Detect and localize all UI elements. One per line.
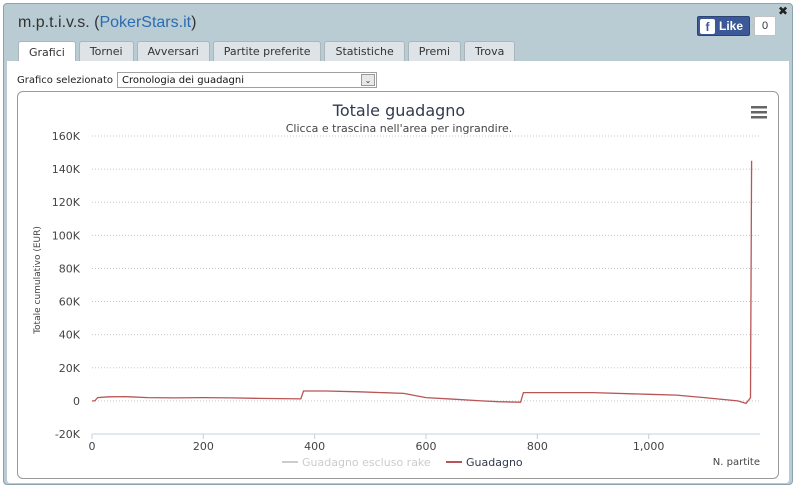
y-tick-label: 20K <box>59 362 81 375</box>
earnings-chart[interactable]: -20K 0 20K 40K 60K 80K 100K 120K 140K 160K 0 200 400… <box>18 92 778 478</box>
title-user: m.p.t.i.v.s. ( <box>18 14 100 31</box>
y-tick-label: 80K <box>59 262 81 275</box>
chart-panel: -20K 0 20K 40K 60K 80K 100K 120K 140K 160K 0 200 400… <box>17 91 779 479</box>
tab-avversari[interactable]: Avversari <box>136 41 210 61</box>
legend-item-guadagno[interactable]: Guadagno <box>446 456 523 469</box>
chart-subtitle: Clicca e trascina nell'area per ingrandi… <box>286 122 513 135</box>
chevron-down-icon[interactable]: ⌄ <box>361 74 376 86</box>
title-close-paren: ) <box>191 14 197 31</box>
facebook-like-count: 0 <box>750 16 776 36</box>
x-tick-label: 200 <box>193 440 214 453</box>
y-tick-label: 120K <box>52 196 81 209</box>
legend-item-guadagno-escluso-rake[interactable]: Guadagno escluso rake <box>282 456 431 469</box>
x-tick-label: 400 <box>304 440 325 453</box>
chart-selector-dropdown[interactable]: Cronologia dei guadagni ⌄ <box>117 72 378 88</box>
close-icon[interactable]: ✖ <box>778 5 788 17</box>
chart-selector-value: Cronologia dei guadagni <box>122 74 245 86</box>
legend-label-rake: Guadagno escluso rake <box>302 456 431 469</box>
series-line-1[interactable] <box>92 160 753 405</box>
window: ✖ m.p.t.i.v.s. (PokerStars.it) f Like 0 … <box>3 3 793 485</box>
window-title: m.p.t.i.v.s. (PokerStars.it) <box>18 14 196 32</box>
facebook-like-widget: f Like 0 <box>696 16 776 36</box>
y-tick-label: 40K <box>59 329 81 342</box>
facebook-like-label: Like <box>718 19 743 33</box>
tab-statistiche[interactable]: Statistiche <box>324 41 405 61</box>
x-axis-title: N. partite <box>713 457 760 468</box>
tab-premi[interactable]: Premi <box>407 41 462 61</box>
chart-title: Totale guadagno <box>332 101 465 120</box>
tab-bar: Grafici Tornei Avversari Partite preferi… <box>18 41 516 62</box>
chart-menu-icon[interactable] <box>750 104 768 120</box>
tab-tornei[interactable]: Tornei <box>78 41 134 61</box>
x-tick-label: 0 <box>89 440 96 453</box>
y-tick-label: -20K <box>55 428 81 441</box>
y-tick-label: 160K <box>52 130 81 143</box>
x-tick-label: 1,000 <box>633 440 665 453</box>
y-axis-title: Totale cumulativo (EUR) <box>33 226 43 335</box>
y-tick-label: 60K <box>59 296 81 309</box>
y-tick-label: 100K <box>52 229 81 242</box>
chart-selector-row: Grafico selezionato Cronologia dei guada… <box>17 72 378 88</box>
x-tick-label: 600 <box>416 440 437 453</box>
tab-partite-preferite[interactable]: Partite preferite <box>212 41 322 61</box>
chart-legend: Guadagno escluso rake Guadagno <box>282 456 523 469</box>
legend-label-guadagno: Guadagno <box>466 456 523 469</box>
chart-selector-label: Grafico selezionato <box>17 74 114 86</box>
title-site-link[interactable]: PokerStars.it <box>99 14 191 31</box>
tab-content: Grafico selezionato Cronologia dei guada… <box>7 61 789 483</box>
tab-trova[interactable]: Trova <box>464 41 516 61</box>
x-tick-label: 800 <box>527 440 548 453</box>
y-tick-label: 140K <box>52 163 81 176</box>
tab-grafici[interactable]: Grafici <box>18 41 76 62</box>
facebook-like-button[interactable]: f Like <box>696 16 750 36</box>
facebook-icon: f <box>699 18 715 34</box>
y-tick-label: 0 <box>73 395 80 408</box>
